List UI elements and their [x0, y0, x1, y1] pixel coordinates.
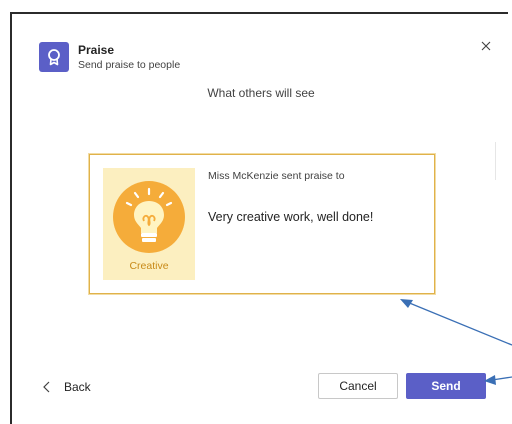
close-icon	[481, 41, 491, 51]
background-edge	[495, 142, 508, 180]
praise-message: Very creative work, well done!	[208, 210, 374, 224]
chevron-left-icon	[43, 381, 50, 393]
praise-badge: Creative	[103, 168, 195, 280]
back-button[interactable]: Back	[40, 380, 91, 394]
dialog-title: Praise	[78, 43, 115, 57]
praise-dialog: Praise Send praise to people What others…	[10, 12, 508, 424]
send-button[interactable]: Send	[406, 373, 486, 399]
praise-preview-card: Creative Miss McKenzie sent praise to Ve…	[89, 154, 435, 294]
background-window	[0, 0, 512, 12]
close-button[interactable]	[478, 38, 494, 54]
dialog-subtitle: Send praise to people	[78, 59, 181, 71]
award-ribbon-icon	[39, 42, 69, 72]
badge-label: Creative	[129, 260, 169, 272]
cancel-button[interactable]: Cancel	[318, 373, 398, 399]
lightbulb-icon	[113, 181, 185, 253]
back-label: Back	[64, 380, 91, 394]
sender-text: Miss McKenzie sent praise to	[208, 170, 345, 182]
preview-heading: What others will see	[207, 86, 315, 100]
